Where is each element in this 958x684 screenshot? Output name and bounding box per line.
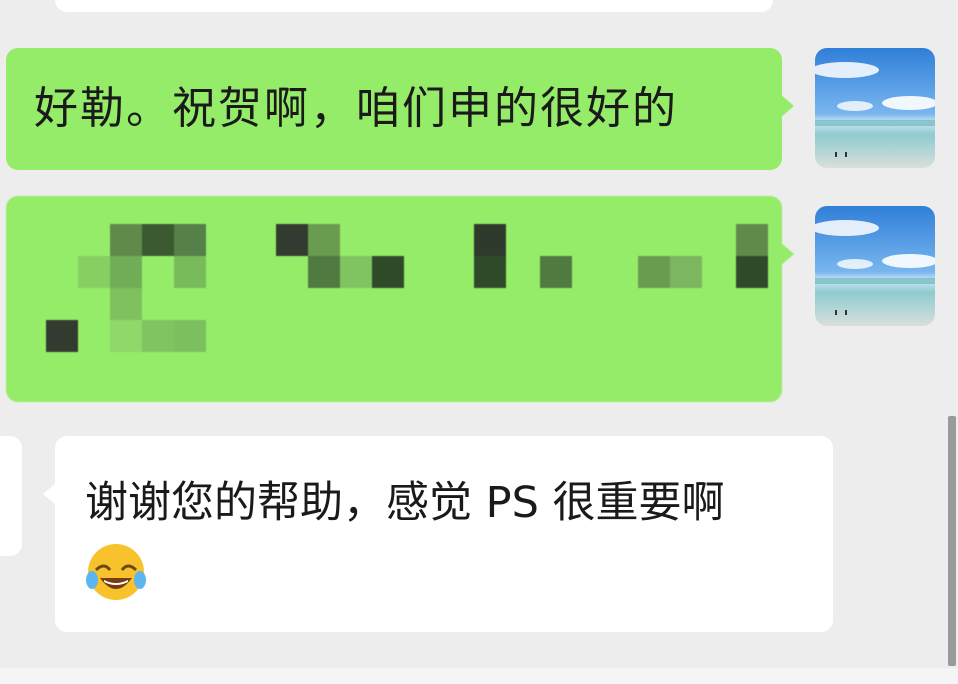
pixel-block: [340, 256, 372, 288]
previous-message-bubble[interactable]: [55, 0, 773, 12]
scrollbar[interactable]: [948, 416, 956, 666]
message-text: 好勒。祝贺啊，咱们申的很好的: [34, 83, 678, 134]
message-text: 谢谢您的帮助，感觉 PS 很重要啊: [85, 478, 725, 528]
pixel-block: [174, 224, 206, 256]
tears-of-joy-emoji-icon: [84, 540, 148, 604]
beach-sky-avatar-icon: [815, 48, 935, 168]
pixel-block: [110, 224, 142, 256]
pixel-block: [174, 320, 206, 352]
beach-sky-avatar-icon: [815, 206, 935, 326]
pixel-block: [670, 256, 702, 288]
pixel-block: [736, 224, 768, 256]
pixel-block: [110, 288, 142, 320]
self-avatar[interactable]: [815, 48, 935, 168]
pixel-block: [372, 256, 404, 288]
chat-view: 好勒。祝贺啊，咱们申的很好的 谢谢您的帮助，感觉 PS 很重要啊: [0, 0, 958, 684]
message-bubble-self-2-pixelated[interactable]: [6, 196, 794, 402]
pixel-block: [308, 256, 340, 288]
pixel-block: [308, 224, 340, 256]
pixel-block: [540, 256, 572, 288]
pixel-block: [474, 256, 506, 288]
message-bubble-self-1[interactable]: 好勒。祝贺啊，咱们申的很好的: [6, 48, 794, 170]
pixel-block: [110, 256, 142, 288]
message-bubble-other-1[interactable]: 谢谢您的帮助，感觉 PS 很重要啊: [43, 436, 833, 632]
pixel-block: [142, 224, 174, 256]
self-avatar[interactable]: [815, 206, 935, 326]
pixel-block: [736, 256, 768, 288]
pixel-block: [276, 224, 308, 256]
pixel-block: [46, 320, 78, 352]
pixel-block: [78, 256, 110, 288]
pixel-block: [638, 256, 670, 288]
other-avatar[interactable]: [0, 436, 22, 556]
pixel-block: [474, 224, 506, 256]
input-area-edge: [0, 668, 958, 684]
pixel-block: [110, 320, 142, 352]
pixel-block: [142, 320, 174, 352]
pixel-block: [174, 256, 206, 288]
